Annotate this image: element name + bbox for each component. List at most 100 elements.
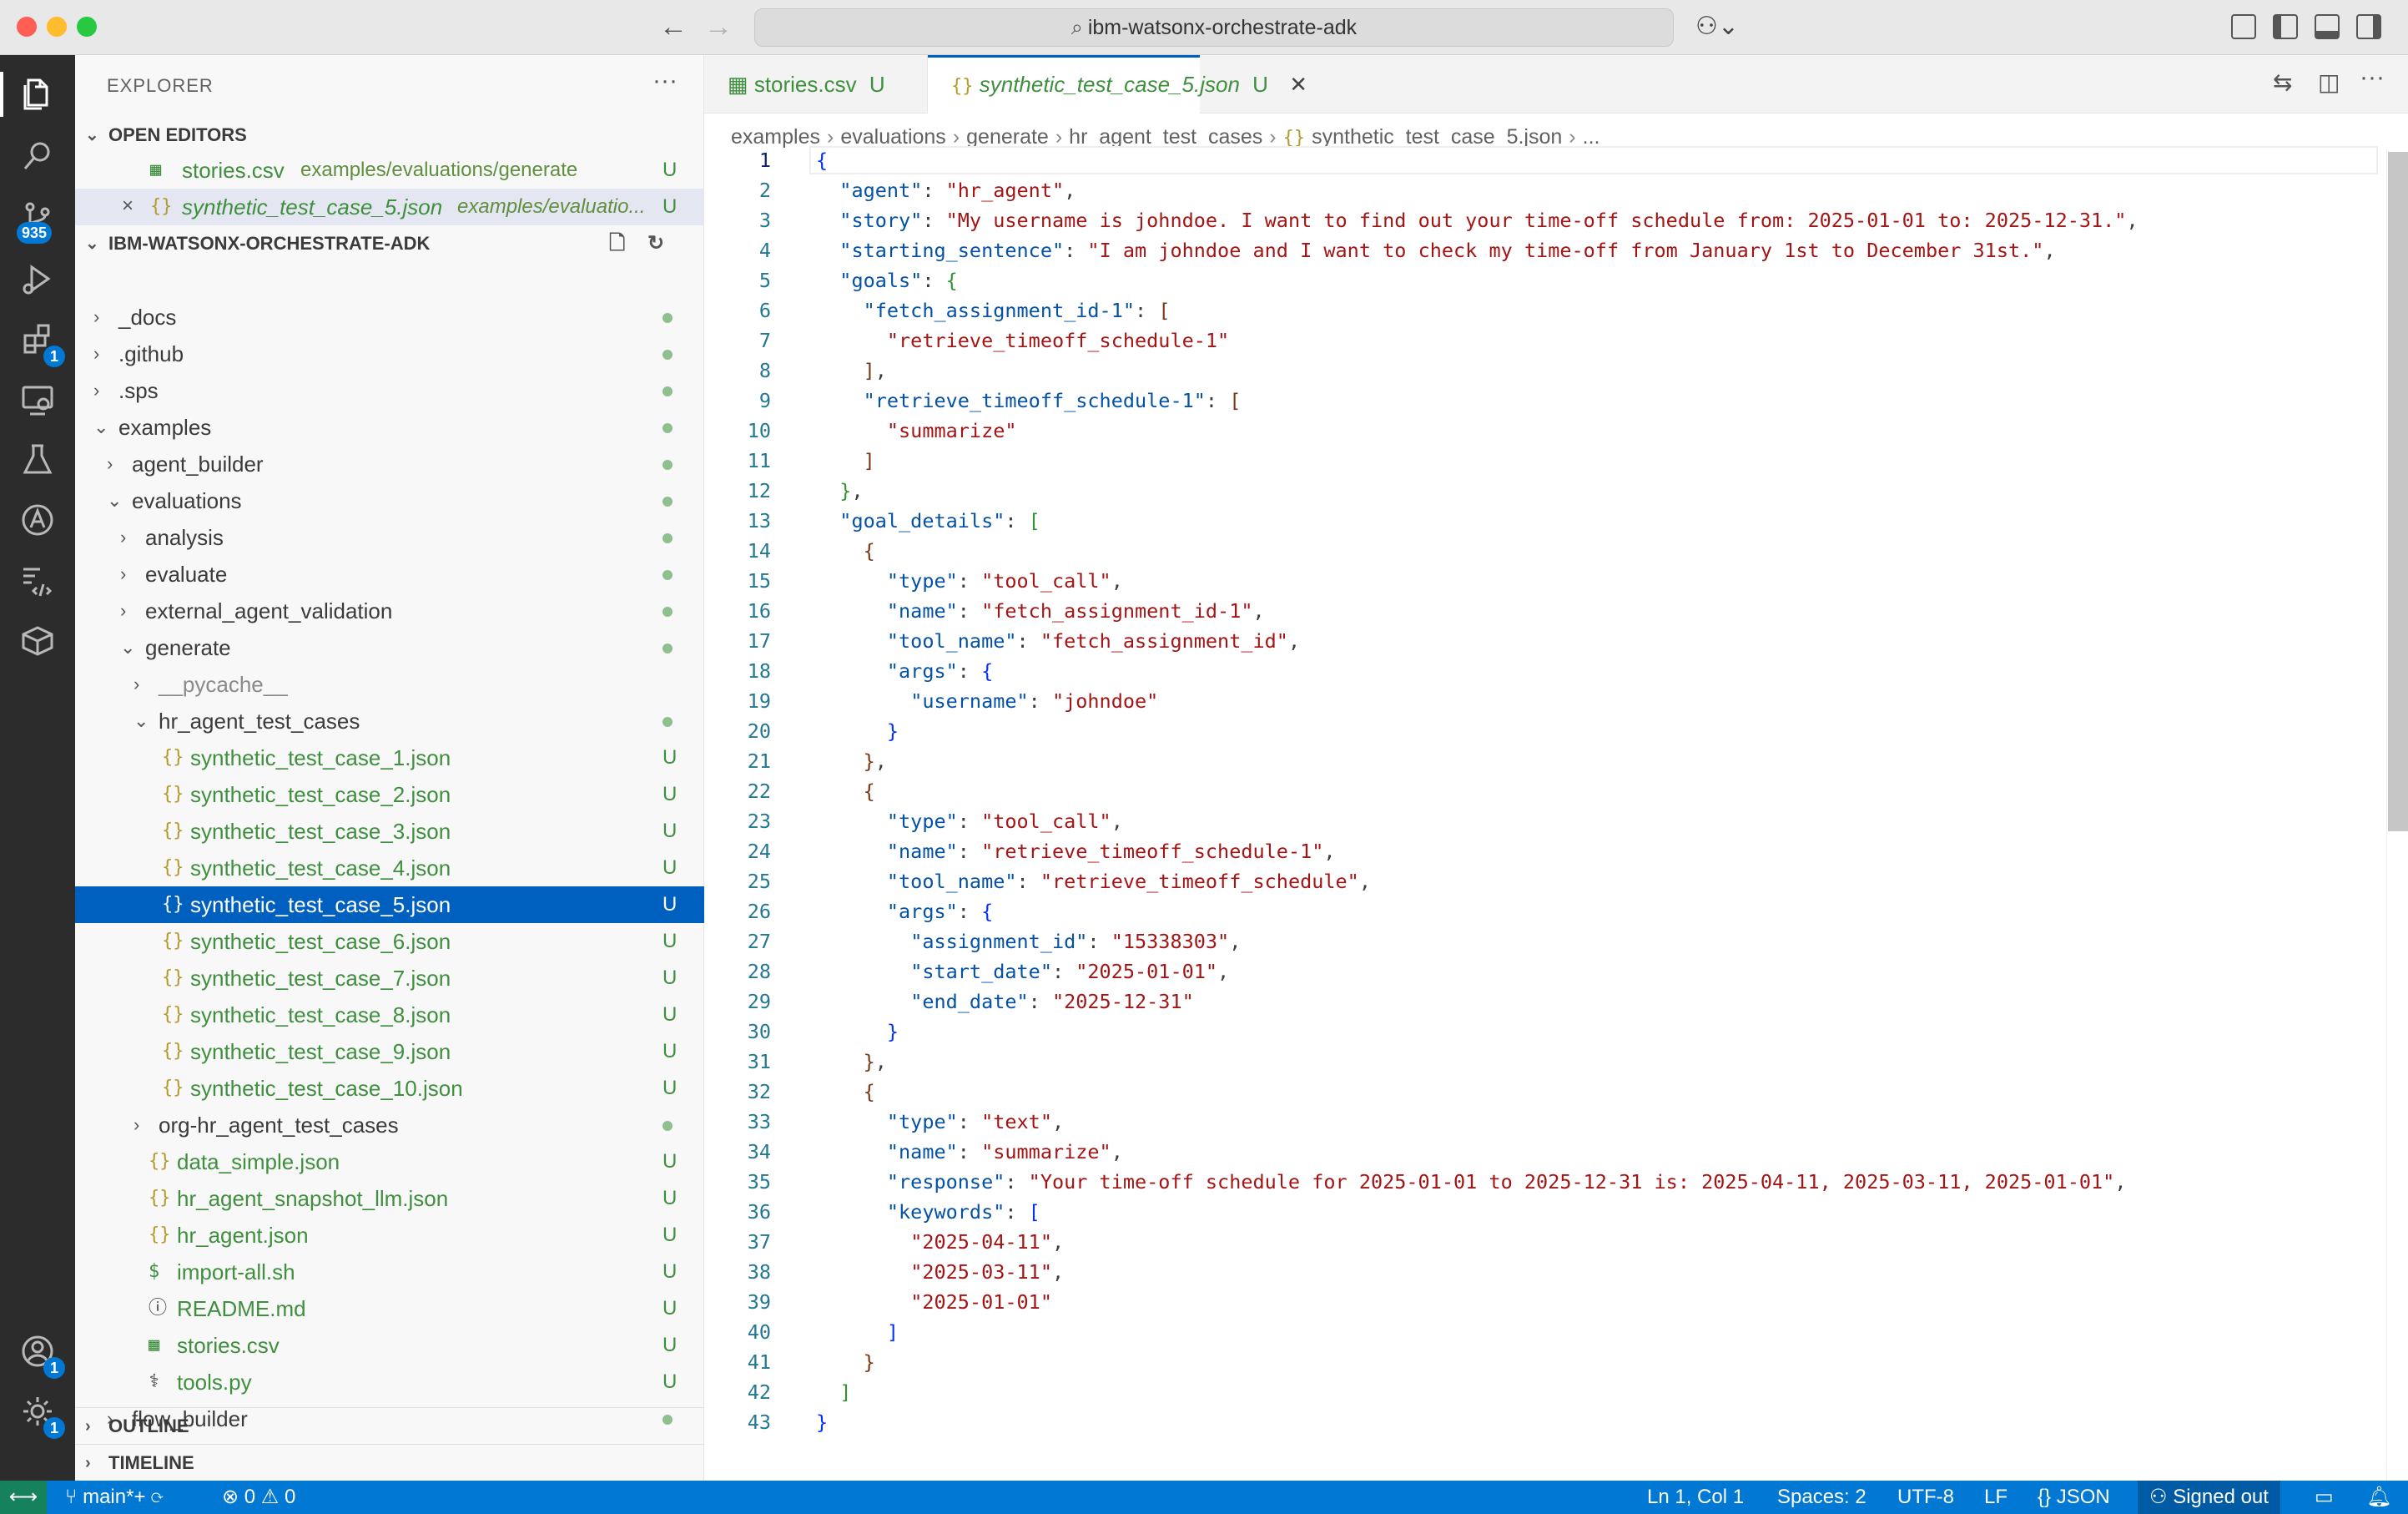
split-editor-icon[interactable]: ◫ <box>2318 68 2340 96</box>
folder-item[interactable]: › analysis <box>75 519 704 556</box>
file-item[interactable]: ⚕ tools.py U <box>75 1364 704 1400</box>
scrollbar-thumb[interactable] <box>2388 152 2408 831</box>
close-icon[interactable]: ✕ <box>1289 72 1307 97</box>
folder-item[interactable]: › org-hr_agent_test_cases <box>75 1107 704 1143</box>
file-item[interactable]: {} synthetic_test_case_4.json U <box>75 850 704 886</box>
file-item[interactable]: {} synthetic_test_case_7.json U <box>75 960 704 997</box>
customize-layout-icon[interactable] <box>2231 14 2256 39</box>
toggle-primary-sidebar-icon[interactable] <box>2273 14 2298 39</box>
file-item[interactable]: ▦ stories.csv U <box>75 1327 704 1364</box>
gear-icon[interactable]: 1 <box>0 1382 75 1441</box>
code-line: "tool_name": "fetch_assignment_id", <box>886 629 1301 653</box>
folder-item[interactable]: › __pycache__ <box>75 666 704 703</box>
breadcrumb-item[interactable]: generate <box>966 125 1049 149</box>
folder-item[interactable]: ⌄ examples <box>75 409 704 446</box>
file-item[interactable]: $ import-all.sh U <box>75 1254 704 1290</box>
bell-icon[interactable]: 🔔︎ <box>2366 1481 2391 1514</box>
run-debug-icon[interactable] <box>0 250 75 309</box>
breadcrumb-item[interactable]: examples <box>731 125 820 149</box>
folder-item[interactable]: ⌄ evaluations <box>75 482 704 519</box>
copilot-icon[interactable]: ⚇⌄ <box>1695 12 1739 41</box>
folder-item[interactable]: › evaluate <box>75 556 704 593</box>
file-item[interactable]: {} synthetic_test_case_9.json U <box>75 1033 704 1070</box>
breadcrumb-item[interactable]: hr_agent_test_cases <box>1069 125 1262 149</box>
git-status: U <box>662 893 678 916</box>
folder-item[interactable]: ⌄ hr_agent_test_cases <box>75 703 704 739</box>
remote-explorer-icon[interactable] <box>0 371 75 429</box>
indentation[interactable]: Spaces: 2 <box>1777 1481 1866 1514</box>
problems-indicator[interactable]: ⊗ 0 ⚠ 0 <box>222 1481 295 1514</box>
remote-icon[interactable]: ⟷ <box>0 1481 47 1514</box>
open-editors-header[interactable]: ⌄ OPEN EDITORS <box>75 117 704 154</box>
current-line-highlight <box>809 146 2378 174</box>
toggle-panel-icon[interactable] <box>2315 14 2340 39</box>
file-item[interactable]: {} synthetic_test_case_6.json U <box>75 923 704 960</box>
explorer-icon[interactable] <box>0 65 75 124</box>
testing-icon[interactable] <box>0 431 75 489</box>
branch-indicator[interactable]: ⑂ main*+ ⟳ <box>65 1481 164 1514</box>
line-number: 27 <box>747 930 771 953</box>
notifications-config-icon[interactable]: ▭ <box>2315 1481 2334 1514</box>
open-changes-icon[interactable]: ⇆ <box>2273 68 2292 96</box>
folder-item[interactable]: › agent_builder <box>75 446 704 482</box>
file-item[interactable]: {} synthetic_test_case_10.json U <box>75 1070 704 1107</box>
encoding[interactable]: UTF-8 <box>1897 1481 1954 1514</box>
folder-item[interactable]: ⌄ generate <box>75 629 704 666</box>
accounts-icon[interactable]: 1 <box>0 1322 75 1380</box>
open-editor-item[interactable]: × {} synthetic_test_case_5.json examples… <box>75 189 704 225</box>
close-icon[interactable]: × <box>122 188 133 225</box>
code-line: } <box>886 1020 899 1043</box>
source-control-icon[interactable]: 935 <box>0 189 75 247</box>
new-file-icon[interactable]: 🗋 <box>609 225 625 262</box>
command-center-search[interactable]: ⌕ ibm-watsonx-orchestrate-adk <box>754 8 1674 47</box>
breadcrumb-item[interactable]: ... <box>1583 125 1600 149</box>
code-line: "args": { <box>886 659 994 683</box>
file-item[interactable]: {} hr_agent.json U <box>75 1217 704 1254</box>
code-editor[interactable]: 1 {2 "agent": "hr_agent", 3 "story": "My u… <box>704 146 2390 1484</box>
file-item[interactable]: {} synthetic_test_case_3.json U <box>75 813 704 850</box>
outline-header[interactable]: › OUTLINE <box>75 1407 704 1444</box>
zoom-window-button[interactable] <box>77 17 97 37</box>
workspace-header[interactable]: ⌄ IBM-WATSONX-ORCHESTRATE-ADK 🗋 ↻ <box>75 225 704 262</box>
git-status: U <box>662 1187 678 1209</box>
file-item[interactable]: {} synthetic_test_case_5.json U <box>75 886 704 923</box>
file-item[interactable]: {} synthetic_test_case_2.json U <box>75 776 704 813</box>
file-item[interactable]: ⓘ README.md U <box>75 1290 704 1327</box>
forward-arrow-icon[interactable]: → <box>704 10 733 43</box>
folder-item[interactable]: › .sps <box>75 372 704 409</box>
file-item[interactable]: {} synthetic_test_case_8.json U <box>75 997 704 1033</box>
minimize-window-button[interactable] <box>47 17 67 37</box>
line-ending[interactable]: LF <box>1984 1481 2008 1514</box>
sync-icon[interactable]: ⟳ <box>151 1486 163 1508</box>
toggle-secondary-sidebar-icon[interactable] <box>2356 14 2381 39</box>
language-mode[interactable]: {} JSON <box>2038 1481 2110 1514</box>
search-icon[interactable] <box>0 127 75 185</box>
folder-item[interactable]: › external_agent_validation <box>75 593 704 629</box>
more-actions-icon[interactable]: ··· <box>652 67 678 95</box>
close-window-button[interactable] <box>17 17 37 37</box>
file-item[interactable]: {} hr_agent_snapshot_llm.json U <box>75 1180 704 1217</box>
file-item[interactable]: {} data_simple.json U <box>75 1143 704 1180</box>
extensions-icon[interactable]: 1 <box>0 310 75 369</box>
refresh-icon[interactable]: ↻ <box>647 225 664 262</box>
breadcrumb-item[interactable]: synthetic_test_case_5.json <box>1312 125 1562 149</box>
account-status[interactable]: ⚇ Signed out <box>2138 1481 2280 1514</box>
git-status: U <box>662 783 678 805</box>
more-actions-icon[interactable]: ··· <box>2360 63 2385 92</box>
folder-item[interactable]: › _docs <box>75 299 704 336</box>
open-editor-item[interactable]: ▦ stories.csv examples/evaluations/gener… <box>75 152 704 189</box>
folder-item[interactable]: › .github <box>75 336 704 372</box>
cursor-position[interactable]: Ln 1, Col 1 <box>1647 1481 1744 1514</box>
tab-stories-csv[interactable]: ▦ stories.csv U <box>704 55 928 114</box>
file-item[interactable]: {} synthetic_test_case_1.json U <box>75 739 704 776</box>
tab-synthetic-test-case-5[interactable]: {} synthetic_test_case_5.json U ✕ <box>928 55 1307 114</box>
back-arrow-icon[interactable]: ← <box>659 10 688 43</box>
a-icon[interactable] <box>0 491 75 549</box>
breadcrumb-item[interactable]: evaluations <box>840 125 945 149</box>
container-icon[interactable] <box>0 611 75 669</box>
timeline-header[interactable]: › TIMELINE <box>75 1444 704 1481</box>
code-icon[interactable] <box>0 551 75 609</box>
title-bar: ← → ⌕ ibm-watsonx-orchestrate-adk ⚇⌄ <box>0 0 2408 55</box>
folder-name: _docs <box>118 305 177 330</box>
line-number: 26 <box>747 900 771 923</box>
